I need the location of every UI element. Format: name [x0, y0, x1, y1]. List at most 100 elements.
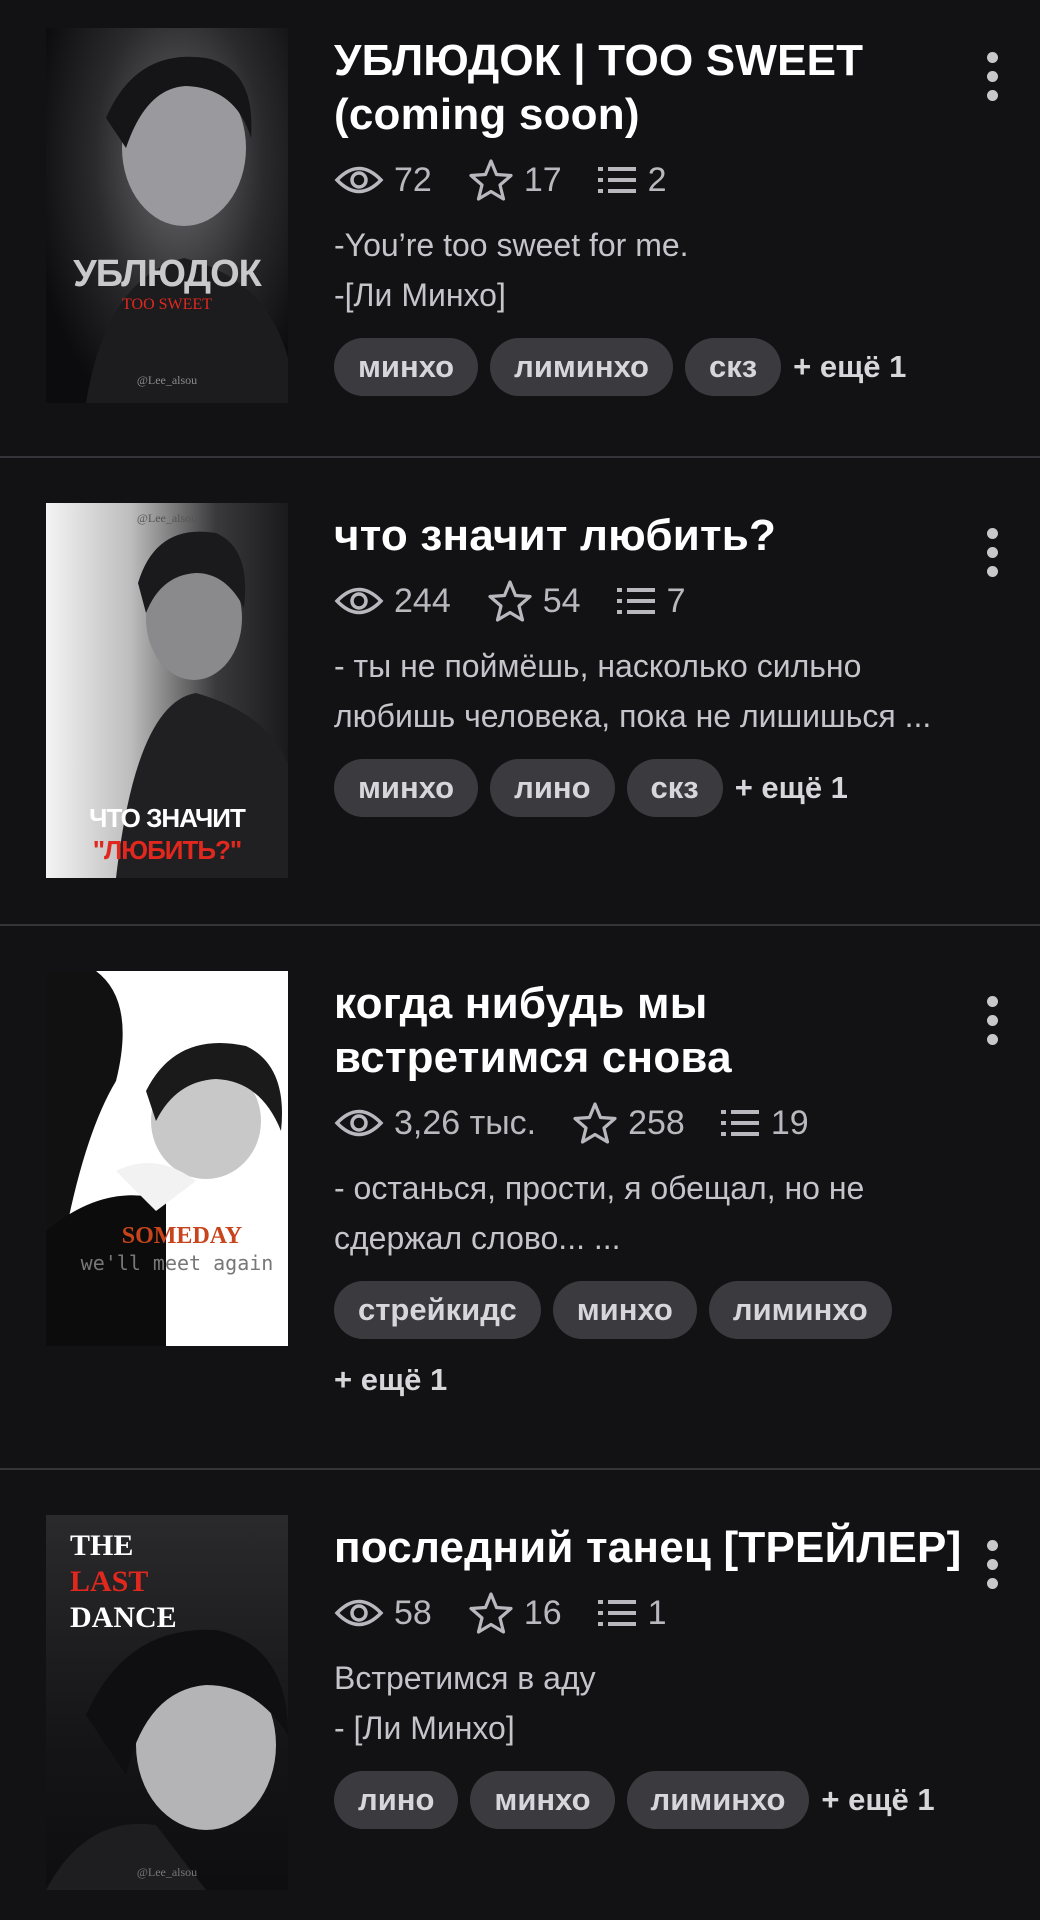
cover-title: LAST: [70, 1565, 149, 1598]
tag-chip[interactable]: скз: [685, 338, 782, 396]
story-stats: 244 54 7: [334, 575, 974, 627]
cover-watermark: @Lee_alsou: [136, 1865, 198, 1879]
tag-chip[interactable]: скз: [626, 759, 723, 817]
story-info: когда нибудь мы встретимся снова 3,26 ты…: [334, 971, 974, 1421]
more-vertical-icon[interactable]: [986, 996, 998, 1053]
parts-count: 2: [647, 160, 667, 199]
more-tags-link[interactable]: + ещё 1: [793, 338, 906, 396]
stars-stat: 258: [572, 1101, 685, 1145]
tag-list: лино минхо лиминхо + ещё 1: [334, 1771, 974, 1841]
story-title[interactable]: когда нибудь мы встретимся снова: [334, 977, 974, 1085]
stars-stat: 54: [487, 579, 581, 623]
star-icon: [469, 1592, 513, 1634]
eye-icon: [334, 166, 384, 194]
story-title[interactable]: УБЛЮДОК | TOO SWEET (coming soon): [334, 34, 974, 142]
list-icon: [597, 167, 636, 193]
story-title[interactable]: последний танец [ТРЕЙЛЕР]: [334, 1521, 974, 1575]
stars-count: 16: [523, 1593, 562, 1632]
more-vertical-icon[interactable]: [986, 52, 998, 109]
description-line: - [Ли Минхо]: [334, 1710, 515, 1746]
story-description: Встретимся в аду - [Ли Минхо]: [334, 1653, 974, 1753]
description-line: Встретимся в аду: [334, 1660, 596, 1696]
story-info: последний танец [ТРЕЙЛЕР] 58 16 1 Встрет…: [334, 1515, 974, 1841]
list-icon: [720, 1110, 759, 1136]
tag-chip[interactable]: стрейкидс: [334, 1281, 541, 1339]
tag-chip[interactable]: минхо: [334, 759, 479, 817]
tag-list: стрейкидс минхо лиминхо + ещё 1: [334, 1281, 934, 1421]
story-cover[interactable]: УБЛЮДОК TOO SWEET @Lee_alsou: [46, 28, 288, 403]
views-count: 244: [394, 581, 451, 620]
story-stats: 58 16 1: [334, 1587, 974, 1639]
more-tags-link[interactable]: + ещё 1: [334, 1351, 447, 1409]
tag-chip[interactable]: лиминхо: [708, 1281, 892, 1339]
views-count: 3,26 тыс.: [394, 1103, 537, 1142]
story-cover[interactable]: SOMEDAY we'll meet again: [46, 971, 288, 1346]
more-vertical-icon[interactable]: [986, 1540, 998, 1597]
views-stat: 3,26 тыс.: [334, 1104, 536, 1143]
story-info: УБЛЮДОК | TOO SWEET (coming soon) 72 17 …: [334, 28, 974, 408]
parts-count: 19: [770, 1103, 809, 1142]
story-card[interactable]: @Lee_alsou ЧТО ЗНАЧИТ "ЛЮБИТЬ?" что знач…: [0, 458, 1040, 926]
tag-chip[interactable]: лино: [490, 759, 615, 817]
story-title[interactable]: что значит любить?: [334, 509, 974, 563]
views-stat: 58: [334, 1594, 432, 1633]
list-icon: [597, 1600, 636, 1626]
star-icon: [469, 159, 513, 201]
star-icon: [573, 1102, 617, 1144]
stars-count: 258: [628, 1103, 685, 1142]
story-description: - ты не поймёшь, насколько сильно любишь…: [334, 641, 974, 741]
star-icon: [488, 580, 532, 622]
views-count: 72: [394, 160, 432, 199]
description-line: сдержал слово... ...: [334, 1220, 621, 1256]
story-stats: 3,26 тыс. 258 19: [334, 1097, 974, 1149]
eye-icon: [334, 1599, 384, 1627]
parts-stat: 1: [597, 1593, 667, 1633]
list-icon: [616, 588, 655, 614]
tag-chip[interactable]: минхо: [334, 338, 479, 396]
cover-title: DANCE: [70, 1601, 177, 1634]
more-tags-link[interactable]: + ещё 1: [735, 759, 848, 817]
tag-chip[interactable]: минхо: [552, 1281, 697, 1339]
parts-stat: 19: [720, 1103, 809, 1143]
story-card[interactable]: SOMEDAY we'll meet again когда нибудь мы…: [0, 926, 1040, 1470]
cover-watermark: @Lee_alsou: [136, 373, 198, 387]
story-description: -You’re too sweet for me. -[Ли Минхо]: [334, 220, 974, 320]
stars-stat: 17: [468, 158, 562, 202]
cover-title: ЧТО ЗНАЧИТ: [89, 803, 246, 833]
eye-icon: [334, 587, 384, 615]
views-count: 58: [394, 1593, 432, 1632]
description-line: - ты не поймёшь, насколько сильно: [334, 648, 862, 684]
more-tags-link[interactable]: + ещё 1: [821, 1771, 934, 1829]
cover-title: УБЛЮДОК: [73, 253, 262, 295]
tag-chip[interactable]: лиминхо: [626, 1771, 810, 1829]
views-stat: 72: [334, 161, 432, 200]
cover-subtitle: we'll meet again: [80, 1251, 274, 1275]
cover-title: SOMEDAY: [121, 1223, 243, 1249]
cover-title: THE: [70, 1529, 134, 1562]
tag-list: минхо лиминхо скз + ещё 1: [334, 338, 974, 408]
parts-count: 1: [647, 1593, 667, 1632]
description-line: -You’re too sweet for me.: [334, 227, 689, 263]
portrait-illustration: [86, 56, 288, 403]
story-stats: 72 17 2: [334, 154, 974, 206]
cover-subtitle: "ЛЮБИТЬ?": [92, 835, 243, 865]
story-description: - останься, прости, я обещал, но не сдер…: [334, 1163, 974, 1263]
story-cover[interactable]: THE LAST DANCE @Lee_alsou: [46, 1515, 288, 1890]
tag-chip[interactable]: лино: [334, 1771, 459, 1829]
stars-count: 54: [542, 581, 581, 620]
tag-chip[interactable]: минхо: [470, 1771, 615, 1829]
story-cover[interactable]: @Lee_alsou ЧТО ЗНАЧИТ "ЛЮБИТЬ?": [46, 503, 288, 878]
tag-chip[interactable]: лиминхо: [490, 338, 673, 396]
portrait-illustration: [46, 971, 282, 1346]
more-vertical-icon[interactable]: [986, 528, 998, 585]
stars-stat: 16: [468, 1591, 562, 1635]
stars-count: 17: [523, 160, 562, 199]
story-info: что значит любить? 244 54 7 - ты не пойм…: [334, 503, 974, 829]
parts-stat: 7: [616, 581, 686, 621]
description-line: -[Ли Минхо]: [334, 277, 506, 313]
story-card[interactable]: THE LAST DANCE @Lee_alsou последний тане…: [0, 1470, 1040, 1920]
story-card[interactable]: УБЛЮДОК TOO SWEET @Lee_alsou УБЛЮДОК | T…: [0, 0, 1040, 458]
tag-list: минхо лино скз + ещё 1: [334, 759, 974, 829]
parts-count: 7: [666, 581, 686, 620]
eye-icon: [334, 1109, 384, 1137]
